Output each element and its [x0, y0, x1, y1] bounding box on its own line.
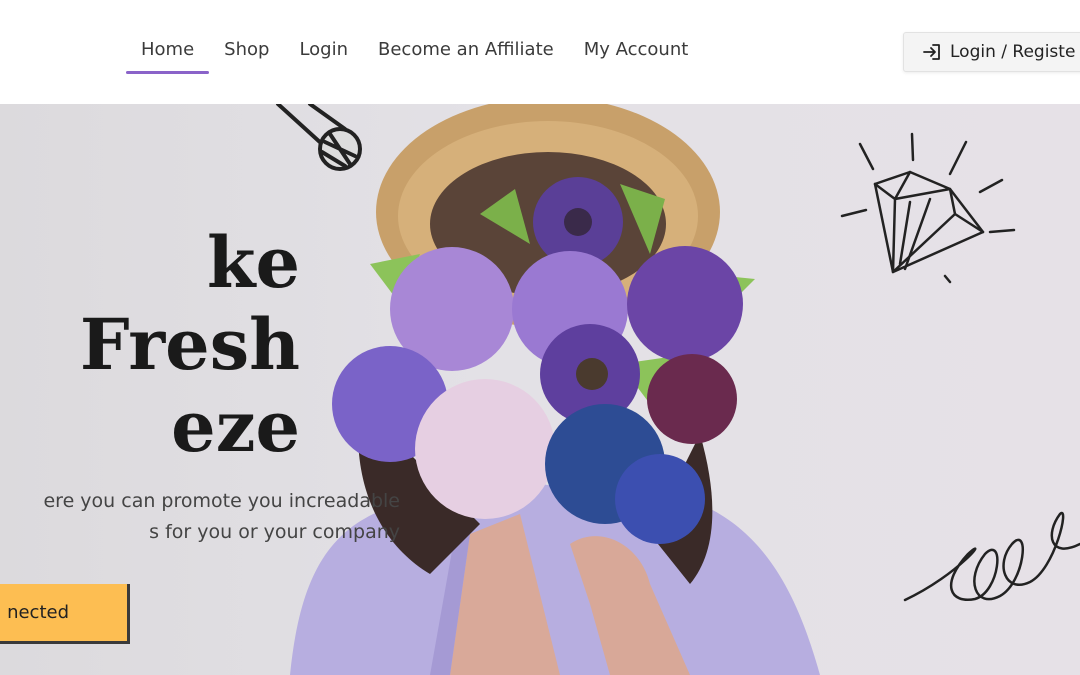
hero-subtext: ere you can promote you increadable s fo…	[0, 486, 400, 548]
subtext-line: ere you can promote you increadable	[43, 490, 400, 512]
main-nav: Home Shop Login Become an Affiliate My A…	[126, 0, 703, 104]
nav-become-affiliate[interactable]: Become an Affiliate	[363, 0, 569, 100]
headline-line: ke	[206, 221, 300, 304]
login-register-label: Login / Registe	[950, 42, 1076, 62]
nav-home[interactable]: Home	[126, 0, 210, 100]
subtext-line: s for you or your company	[149, 521, 400, 543]
nav-login[interactable]: Login	[284, 0, 363, 100]
hero-section: ke Fresh eze ere you can promote you inc…	[0, 104, 1080, 675]
hero-headline: ke Fresh eze	[0, 222, 300, 468]
nav-shop[interactable]: Shop	[209, 0, 284, 100]
site-header: Home Shop Login Become an Affiliate My A…	[0, 0, 1080, 104]
get-connected-button[interactable]: nected	[0, 584, 130, 644]
sign-in-icon	[923, 44, 940, 60]
login-register-button[interactable]: Login / Registe	[903, 32, 1080, 72]
headline-line: Fresh	[79, 303, 300, 386]
nav-my-account[interactable]: My Account	[569, 0, 704, 100]
headline-line: eze	[171, 385, 300, 468]
